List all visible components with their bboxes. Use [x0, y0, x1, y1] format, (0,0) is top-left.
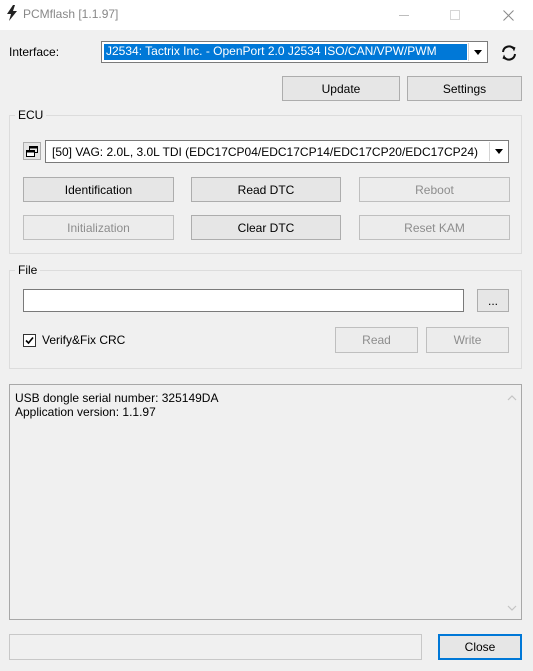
scroll-up-icon[interactable] — [507, 393, 517, 403]
verify-crc-checkbox[interactable] — [23, 334, 36, 347]
read-dtc-button[interactable]: Read DTC — [191, 177, 341, 202]
ecu-dropdown[interactable]: [50] VAG: 2.0L, 3.0L TDI (EDC17CP04/EDC1… — [45, 140, 509, 163]
log-line: Application version: 1.1.97 — [15, 405, 156, 419]
initialization-button[interactable]: Initialization — [23, 215, 174, 240]
verify-crc-label[interactable]: Verify&Fix CRC — [42, 333, 125, 347]
write-button[interactable]: Write — [426, 327, 509, 353]
chevron-down-icon[interactable] — [489, 142, 507, 161]
checkmark-icon — [25, 336, 34, 345]
scroll-down-icon[interactable] — [507, 603, 517, 613]
log-panel[interactable]: USB dongle serial number: 325149DA Appli… — [9, 384, 522, 620]
log-line: USB dongle serial number: 325149DA — [15, 391, 219, 405]
ecu-selected-value: [50] VAG: 2.0L, 3.0L TDI (EDC17CP04/EDC1… — [52, 145, 478, 159]
close-button[interactable]: Close — [438, 634, 522, 660]
status-bar — [9, 634, 422, 660]
lightning-icon — [5, 5, 19, 23]
minimize-icon[interactable] — [381, 0, 427, 30]
file-path-input[interactable] — [23, 289, 464, 312]
browse-button[interactable]: ... — [477, 289, 509, 312]
ecu-select-button[interactable] — [23, 142, 41, 160]
refresh-icon[interactable] — [500, 44, 518, 62]
file-group-label: File — [15, 263, 41, 277]
reboot-button[interactable]: Reboot — [359, 177, 510, 202]
chevron-down-icon[interactable] — [468, 43, 486, 61]
window-restore-icon — [26, 145, 38, 157]
clear-dtc-button[interactable]: Clear DTC — [191, 215, 341, 240]
maximize-icon[interactable] — [432, 0, 478, 30]
read-button[interactable]: Read — [335, 327, 418, 353]
update-button[interactable]: Update — [282, 76, 400, 101]
reset-kam-button[interactable]: Reset KAM — [359, 215, 510, 240]
ecu-group-label: ECU — [15, 108, 47, 122]
interface-selected-value: J2534: Tactrix Inc. - OpenPort 2.0 J2534… — [104, 44, 467, 60]
identification-button[interactable]: Identification — [23, 177, 174, 202]
window-title: PCMflash [1.1.97] — [23, 7, 119, 21]
close-icon[interactable] — [485, 0, 531, 30]
file-group — [9, 270, 522, 369]
title-bar[interactable]: PCMflash [1.1.97] — [0, 0, 533, 30]
interface-label: Interface: — [9, 45, 60, 59]
settings-button[interactable]: Settings — [407, 76, 522, 101]
interface-dropdown[interactable]: J2534: Tactrix Inc. - OpenPort 2.0 J2534… — [101, 41, 488, 63]
